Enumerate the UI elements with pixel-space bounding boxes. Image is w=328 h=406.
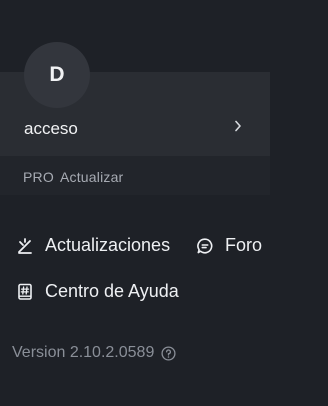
updates-label: Actualizaciones <box>45 235 171 255</box>
avatar-initial: D <box>49 63 65 86</box>
help-center-link[interactable]: Centro de Ayuda <box>16 281 179 302</box>
version-info: Version 2.10.2.0589 <box>12 344 176 362</box>
chat-bubble-icon <box>196 237 214 255</box>
account-name: acceso <box>24 119 78 138</box>
pro-badge: PRO <box>23 169 54 185</box>
menu-panel: acceso D PRO Actualizar Actualizaciones <box>0 0 328 406</box>
help-circle-icon[interactable] <box>161 345 176 361</box>
pro-upgrade-text: PRO Actualizar <box>23 169 129 185</box>
updates-link[interactable]: Actualizaciones <box>16 235 170 256</box>
sparkle-arrow-icon <box>16 237 34 255</box>
help-center-label: Centro de Ayuda <box>45 281 179 301</box>
hash-book-icon <box>16 283 34 301</box>
upgrade-label: Actualizar <box>59 169 124 185</box>
forum-link[interactable]: Foro <box>196 235 262 256</box>
avatar[interactable]: D <box>24 42 90 108</box>
chevron-right-icon <box>232 119 244 133</box>
version-text: Version 2.10.2.0589 <box>12 344 155 361</box>
forum-label: Foro <box>225 235 263 255</box>
pro-upgrade-bar[interactable]: PRO Actualizar <box>0 156 270 195</box>
